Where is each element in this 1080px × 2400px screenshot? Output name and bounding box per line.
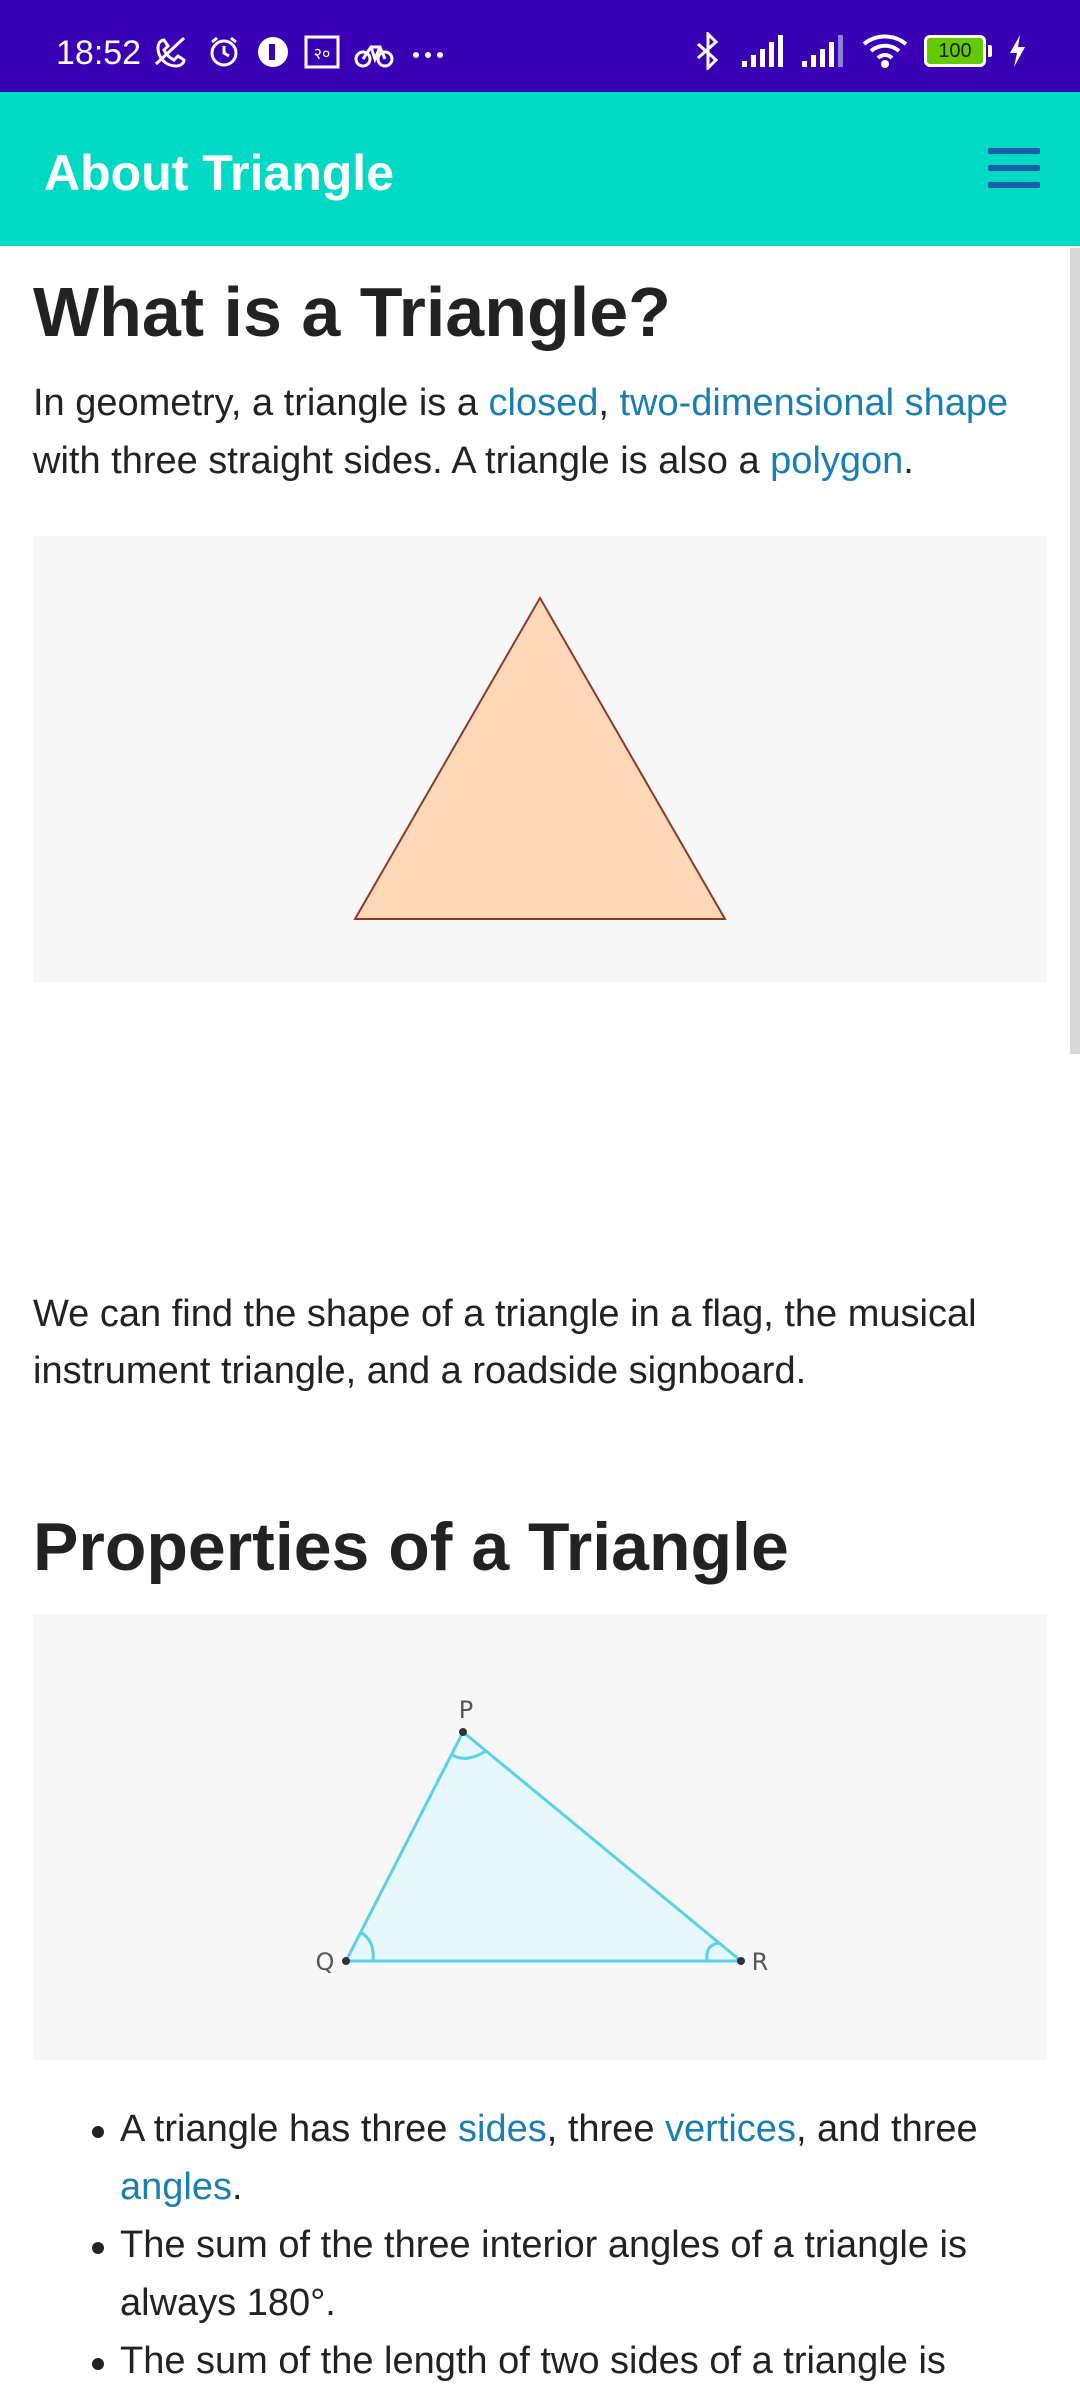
- properties-list: A triangle has three sides, three vertic…: [92, 2100, 1020, 2390]
- svg-text:२०: २०: [314, 44, 331, 63]
- link-two-dimensional-shape[interactable]: two-dimensional shape: [620, 382, 1009, 424]
- app-bar: About Triangle: [0, 92, 1080, 246]
- mute-call-icon: [154, 36, 186, 68]
- heading-properties: Properties of a Triangle: [33, 1509, 789, 1585]
- rupee-sim-icon: २०: [304, 35, 340, 69]
- heading-what-is-triangle: What is a Triangle?: [33, 273, 671, 351]
- link-angles[interactable]: angles: [120, 2166, 232, 2208]
- triangle-pqr-diagram: P Q R: [316, 1696, 769, 1976]
- charging-icon: [1010, 35, 1025, 67]
- link-closed[interactable]: closed: [489, 382, 599, 424]
- more-icon: [413, 52, 443, 58]
- app-title: About Triangle: [44, 145, 394, 201]
- bluetooth-icon: [697, 32, 719, 70]
- list-item: A triangle has three sides, three vertic…: [92, 2100, 1020, 2216]
- triangle-pqr-figure: P Q R: [33, 1614, 1047, 2060]
- triangle-illustration: [353, 595, 727, 920]
- link-sides[interactable]: sides: [458, 2108, 547, 2150]
- status-right-icons: 100: [690, 32, 1028, 70]
- list-item: The sum of the length of two sides of a …: [92, 2332, 1020, 2390]
- list-item: The sum of the three interior angles of …: [92, 2216, 1020, 2332]
- scrollbar[interactable]: [1070, 248, 1080, 1054]
- vertex-label-r: R: [752, 1948, 769, 1976]
- status-bar: 18:52 २० 100: [0, 0, 1080, 92]
- battery-icon: 100: [924, 35, 992, 67]
- intro-paragraph: In geometry, a triangle is a closed, two…: [33, 382, 1009, 482]
- link-vertices[interactable]: vertices: [665, 2108, 796, 2150]
- alarm-icon: [210, 36, 238, 67]
- flag-paragraph: We can find the shape of a triangle in a…: [33, 1293, 977, 1392]
- signal-icon: [742, 35, 783, 67]
- menu-icon: [988, 148, 1040, 154]
- bike-icon: [354, 45, 394, 68]
- battery-level: 100: [924, 35, 986, 67]
- app-icon: [258, 37, 288, 67]
- wifi-icon: [862, 34, 908, 68]
- status-left-icons: २०: [148, 34, 448, 70]
- vertex-label-p: P: [459, 1696, 473, 1724]
- vertex-label-q: Q: [316, 1948, 335, 1976]
- signal-icon-2: [802, 35, 843, 67]
- status-time: 18:52: [56, 34, 142, 72]
- menu-button[interactable]: [988, 148, 1040, 188]
- triangle-figure: [33, 536, 1047, 982]
- link-polygon[interactable]: polygon: [770, 440, 903, 482]
